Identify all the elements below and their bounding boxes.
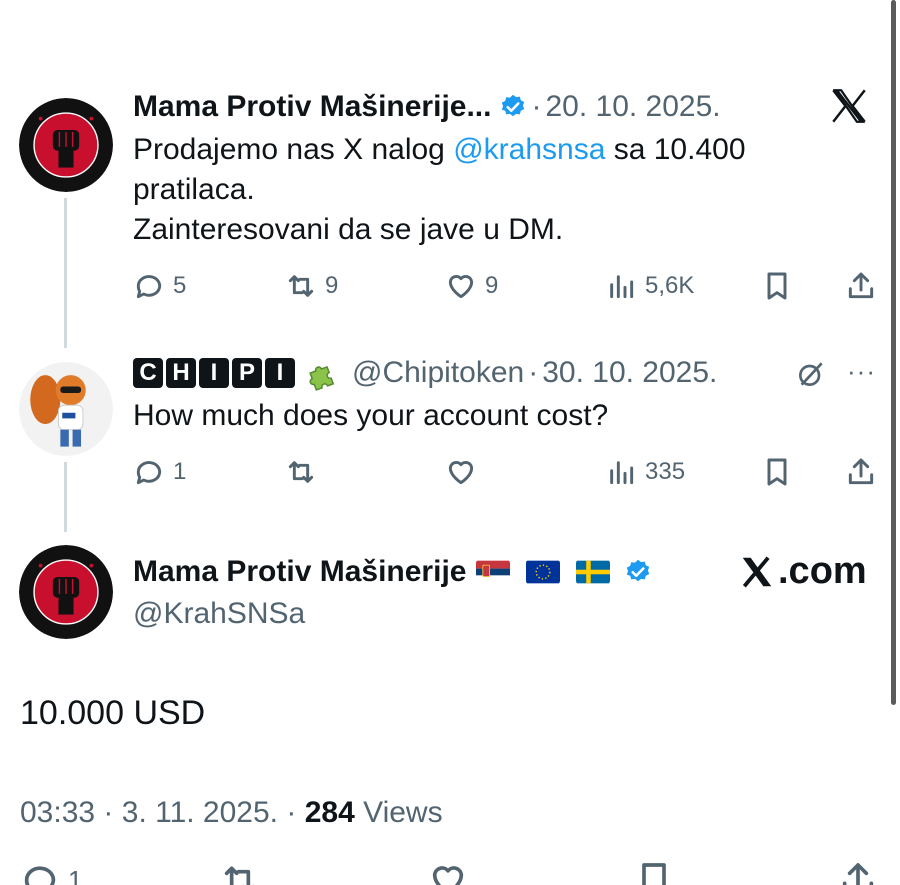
bookmark-button[interactable] <box>761 270 793 302</box>
like-button[interactable] <box>445 456 477 488</box>
reply-icon <box>24 866 56 885</box>
reply-button[interactable]: 1 <box>20 860 82 885</box>
x-com-watermark: .com <box>738 550 867 593</box>
tweet-text-part: pratilaca. <box>133 173 255 206</box>
repost-count: 9 <box>325 272 339 299</box>
tweet-time[interactable]: 03:33 <box>20 796 95 829</box>
share-button[interactable] <box>845 270 877 302</box>
separator: · <box>103 796 114 829</box>
repost-icon <box>288 275 314 297</box>
repost-icon <box>288 461 314 483</box>
views-button[interactable]: 335 <box>605 456 685 488</box>
bookmark-icon <box>642 863 666 885</box>
tweet-2[interactable]: C H I P I @Chipitoken · 30. 10. 2025. ··… <box>133 354 880 496</box>
reply-count: 5 <box>173 272 187 299</box>
thread-line-1 <box>64 198 67 348</box>
tweet-1[interactable]: Mama Protiv Mašinerije... · 20. 10. 2025… <box>133 88 880 310</box>
reply-count: 1 <box>173 458 187 485</box>
name-letter: I <box>199 358 229 388</box>
avatar[interactable] <box>19 98 113 192</box>
tweet-text-part: sa 10.400 <box>605 133 746 166</box>
action-bar: 1 335 <box>133 456 880 496</box>
serbia-flag-icon <box>476 560 511 584</box>
repost-button[interactable] <box>285 456 317 488</box>
avatar[interactable] <box>19 362 113 456</box>
verified-badge-icon <box>627 559 650 582</box>
tweet-date[interactable]: 3. 11. 2025. <box>122 796 278 829</box>
name-badge[interactable]: C H I P I <box>133 358 298 388</box>
tweet-text: Prodajemo nas X nalog @krahsnsa sa 10.40… <box>133 130 880 250</box>
avatar[interactable] <box>19 545 113 639</box>
repost-button[interactable] <box>220 860 260 885</box>
tweet-text: How much does your account cost? <box>133 399 609 432</box>
like-button[interactable]: 9 <box>445 270 498 302</box>
bookmark-button[interactable] <box>761 456 793 488</box>
share-icon <box>848 458 874 485</box>
grok-icon[interactable] <box>795 358 827 390</box>
tweet-meta: 03:33 · 3. 11. 2025. · 284 Views <box>20 796 443 830</box>
bookmark-button[interactable] <box>634 860 674 885</box>
reply-count: 1 <box>68 864 83 885</box>
verified-badge-icon <box>502 94 525 117</box>
views-label: Views <box>363 796 443 829</box>
name-letter: H <box>166 358 196 388</box>
author-handle[interactable]: @KrahSNSa <box>133 597 880 631</box>
author-name[interactable]: Mama Protiv Mašinerije <box>133 555 466 589</box>
views-button[interactable]: 5,6K <box>605 270 694 302</box>
more-options-icon[interactable]: ··· <box>847 356 876 387</box>
share-button[interactable] <box>845 456 877 488</box>
share-button[interactable] <box>838 860 878 885</box>
separator: · <box>286 796 297 829</box>
share-icon <box>842 863 874 885</box>
heart-icon <box>448 460 474 485</box>
tweet-date[interactable]: 30. 10. 2025. <box>542 356 717 390</box>
separator: · <box>531 90 542 123</box>
reply-button[interactable]: 1 <box>133 456 186 488</box>
bookmark-icon <box>767 272 787 300</box>
name-letter: C <box>133 358 163 388</box>
x-logo-icon <box>742 556 772 587</box>
tweet-text-part: Prodajemo nas X nalog <box>133 133 454 166</box>
watermark-text: .com <box>778 550 867 592</box>
repost-icon <box>224 866 255 885</box>
repost-button[interactable]: 9 <box>285 270 338 302</box>
heart-icon <box>432 866 464 885</box>
puzzle-piece-icon <box>309 365 335 391</box>
views-icon <box>610 461 634 485</box>
tweet-text-part: Zainteresovani da se jave u DM. <box>133 213 564 246</box>
bookmark-icon <box>767 458 787 486</box>
views-count: 284 <box>304 796 355 829</box>
thread-line-2 <box>64 462 67 532</box>
eu-flag-icon <box>526 560 561 584</box>
like-button[interactable] <box>428 860 468 885</box>
name-letter: I <box>265 358 295 388</box>
action-bar: 5 9 9 5,6K <box>133 270 880 310</box>
like-count: 9 <box>485 272 499 299</box>
separator: · <box>528 356 539 389</box>
action-bar: 1 <box>0 860 900 885</box>
views-count: 335 <box>645 458 686 485</box>
sweden-flag-icon <box>576 560 611 584</box>
views-icon <box>610 275 634 299</box>
heart-icon <box>448 274 474 299</box>
share-icon <box>848 272 874 299</box>
mention-link[interactable]: @krahsnsa <box>453 133 605 166</box>
views-count: 5,6K <box>645 272 695 299</box>
name-letter: P <box>232 358 262 388</box>
reply-icon <box>136 275 162 299</box>
reply-icon <box>136 461 162 485</box>
scrollbar[interactable] <box>891 0 896 705</box>
reply-button[interactable]: 5 <box>133 270 186 302</box>
tweet-text: 10.000 USD <box>20 694 206 732</box>
author-handle[interactable]: @Chipitoken <box>352 356 524 390</box>
tweet-date[interactable]: 20. 10. 2025. <box>545 90 720 124</box>
author-name[interactable]: Mama Protiv Mašinerije... <box>133 90 491 124</box>
